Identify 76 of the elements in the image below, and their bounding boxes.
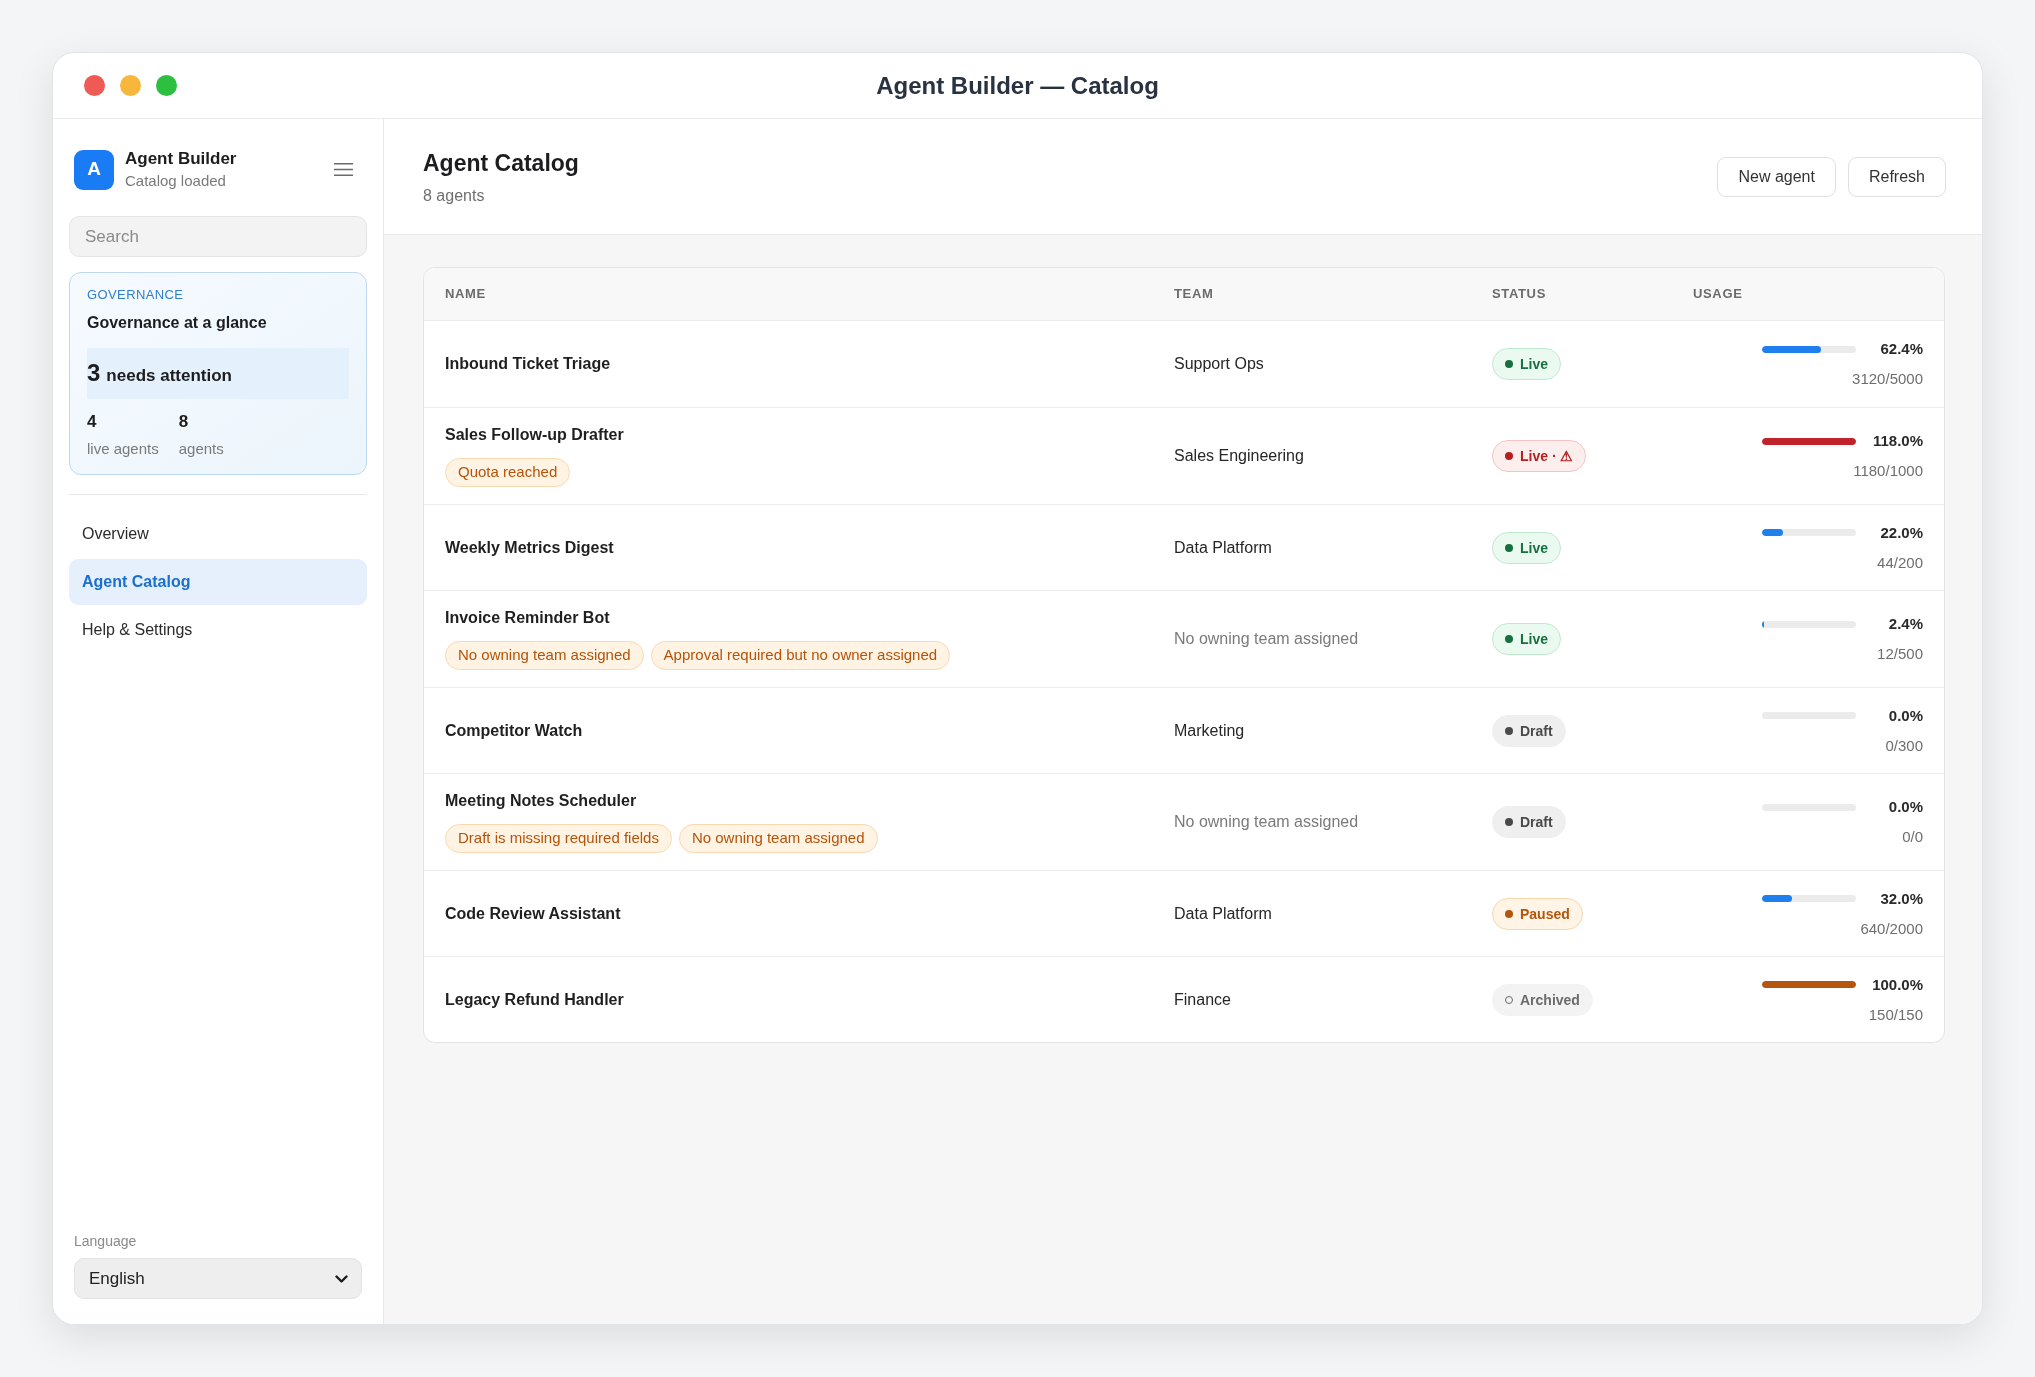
column-header: NAME bbox=[445, 285, 486, 304]
status-text: Live bbox=[1520, 355, 1548, 373]
window-title: Agent Builder — Catalog bbox=[876, 70, 1159, 101]
usage-percent: 0.0% bbox=[1888, 797, 1923, 817]
status-text: Draft bbox=[1520, 721, 1553, 740]
status-text: Live bbox=[1520, 630, 1548, 648]
section-label: GOVERNANCE bbox=[87, 286, 184, 304]
stat-label: agents bbox=[178, 439, 224, 459]
issue-tag: No owning team assigned bbox=[445, 641, 644, 670]
usage-percent: 32.0% bbox=[1880, 888, 1923, 909]
action-button[interactable]: New agent bbox=[1717, 156, 1836, 197]
team-name: No owning team assigned bbox=[1174, 812, 1359, 832]
column-header: USAGE bbox=[1693, 285, 1743, 304]
team-name: Data Platform bbox=[1174, 537, 1272, 558]
attention-count: 3 bbox=[87, 359, 101, 387]
app-logo: A bbox=[74, 149, 114, 190]
language-select[interactable]: English bbox=[74, 1258, 362, 1299]
minimize-icon[interactable] bbox=[120, 75, 141, 96]
usage-percent: 118.0% bbox=[1872, 431, 1923, 451]
app-name: Agent Builder bbox=[125, 148, 237, 170]
agent-name: Code Review Assistant bbox=[445, 903, 621, 924]
issue-tag: No owning team assigned bbox=[678, 824, 878, 853]
stat-value: 8 bbox=[178, 412, 189, 432]
issue-tag: Approval required but no owner assigned bbox=[650, 641, 951, 670]
usage-percent: 0.0% bbox=[1888, 705, 1923, 726]
app-status: Catalog loaded bbox=[125, 171, 226, 191]
usage-percent: 62.4% bbox=[1880, 339, 1923, 359]
chevron-down-icon bbox=[335, 1275, 348, 1283]
column-header: STATUS bbox=[1492, 285, 1546, 304]
search-field[interactable]: Search bbox=[69, 216, 367, 257]
usage-percent: 22.0% bbox=[1880, 522, 1923, 543]
usage-count: 640/2000 bbox=[1860, 918, 1923, 939]
usage-percent: 100.0% bbox=[1872, 974, 1923, 995]
status-text: Paused bbox=[1520, 904, 1570, 923]
usage-count: 3120/5000 bbox=[1852, 369, 1923, 389]
agent-name: Invoice Reminder Bot bbox=[445, 608, 610, 628]
agent-name: Inbound Ticket Triage bbox=[445, 354, 611, 374]
column-header: TEAM bbox=[1174, 285, 1214, 304]
team-name: Sales Engineering bbox=[1174, 446, 1304, 466]
team-name: Support Ops bbox=[1174, 354, 1264, 374]
agent-name: Meeting Notes Scheduler bbox=[445, 791, 637, 811]
team-name: Data Platform bbox=[1174, 903, 1272, 924]
issue-tag: Quota reached bbox=[445, 458, 571, 487]
status-text: Live bbox=[1520, 538, 1548, 557]
attention-label: needs attention bbox=[106, 365, 232, 387]
status-text: Draft bbox=[1520, 813, 1553, 831]
agent-name: Sales Follow-up Drafter bbox=[445, 425, 624, 445]
team-name: Marketing bbox=[1174, 720, 1245, 741]
action-button[interactable]: Refresh bbox=[1847, 156, 1946, 197]
team-name: No owning team assigned bbox=[1174, 629, 1359, 649]
usage-count: 1180/1000 bbox=[1853, 461, 1923, 481]
card-title: Governance at a glance bbox=[87, 313, 267, 333]
stat-value: 4 bbox=[87, 412, 97, 432]
nav-item[interactable]: Help & Settings bbox=[69, 607, 367, 653]
agent-name: Competitor Watch bbox=[445, 720, 583, 741]
nav-item[interactable]: Overview bbox=[69, 511, 367, 557]
nav-item[interactable]: Agent Catalog bbox=[69, 559, 367, 605]
status-text: Live · ⚠ bbox=[1520, 447, 1574, 465]
status-text: Archived bbox=[1520, 990, 1580, 1009]
usage-percent: 2.4% bbox=[1888, 614, 1923, 634]
page-subtitle: 8 agents bbox=[423, 185, 485, 206]
usage-count: 150/150 bbox=[1868, 1004, 1923, 1025]
agent-name: Legacy Refund Handler bbox=[445, 989, 624, 1010]
maximize-icon[interactable] bbox=[156, 75, 177, 96]
agent-name: Weekly Metrics Digest bbox=[445, 537, 614, 558]
close-icon[interactable] bbox=[84, 75, 105, 96]
stat-label: live agents bbox=[87, 439, 159, 459]
language-label: Language bbox=[74, 1232, 137, 1250]
usage-count: 0/0 bbox=[1902, 827, 1923, 847]
issue-tag: Draft is missing required fields bbox=[445, 824, 672, 853]
usage-count: 44/200 bbox=[1877, 552, 1923, 573]
usage-count: 12/500 bbox=[1877, 644, 1923, 664]
menu-icon[interactable] bbox=[334, 163, 353, 176]
page-title: Agent Catalog bbox=[423, 148, 579, 178]
team-name: Finance bbox=[1174, 989, 1231, 1010]
usage-count: 0/300 bbox=[1885, 735, 1923, 756]
